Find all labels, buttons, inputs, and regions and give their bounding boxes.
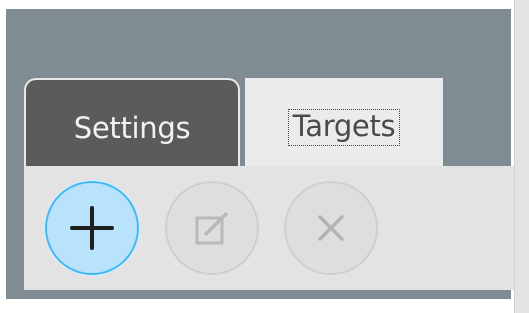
tab-targets-label: Targets [287, 108, 401, 146]
plus-icon [70, 206, 114, 250]
edit-icon [195, 212, 228, 245]
bottom-margin [0, 299, 514, 313]
close-icon [318, 215, 344, 241]
tab-settings-label: Settings [73, 111, 191, 145]
scrollbar-track[interactable] [514, 0, 529, 313]
edit-button[interactable] [165, 181, 259, 275]
delete-button[interactable] [284, 181, 378, 275]
add-button[interactable] [45, 181, 139, 275]
tab-settings[interactable]: Settings [24, 78, 240, 170]
tab-targets[interactable]: Targets [245, 78, 443, 170]
